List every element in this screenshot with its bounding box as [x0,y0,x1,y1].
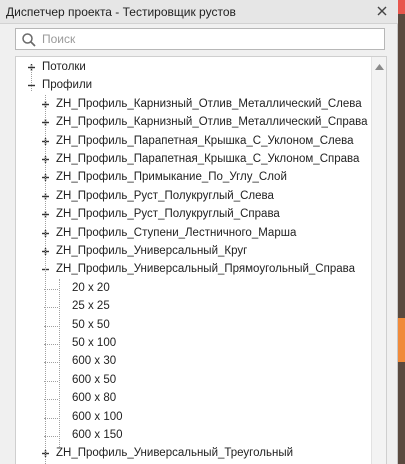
search-box [15,28,385,50]
tree-connector-line [44,288,58,290]
tree-node[interactable]: ZH_Профиль_Карнизный_Отлив_Металлический… [16,114,372,132]
tree-item-label: 25 x 25 [72,300,110,313]
tree-leaf-item[interactable]: 20 x 20 [16,280,372,298]
tree-item-label: ZH_Профиль_Карнизный_Отлив_Металлический… [56,116,368,129]
tree-item-label: ZH_Профиль_Парапетная_Крышка_С_Уклоном_С… [56,134,354,147]
tree-node[interactable]: ZH_Профиль_Универсальный_Прямоугольный_С… [16,261,372,279]
tree-leaf-item[interactable]: 600 x 150 [16,427,372,445]
adjacent-tab-marker [398,0,405,14]
tree-item-label: ZH_Профиль_Примыкание_По_Углу_Слой [56,171,287,184]
panel-titlebar[interactable]: Диспетчер проекта - Тестировщик рустов [0,0,398,24]
tree-node[interactable]: Профили [16,77,372,95]
tree-item-label: Профили [42,79,93,92]
tree-item-label: 50 x 100 [72,337,117,349]
tree-item-label: 50 x 50 [72,318,110,331]
tree-item-label: ZH_Профиль_Универсальный_Круг [56,245,248,257]
tree-connector-line [44,399,58,401]
tree-node[interactable]: ZH_Профиль_Универсальный_Треугольный [16,445,372,463]
tree-item-label: 600 x 30 [72,355,117,368]
project-browser-panel: Диспетчер проекта - Тестировщик рустов П… [0,0,398,464]
tree-node[interactable]: ZH_Профиль_Парапетная_Крышка_С_Уклоном_С… [16,133,372,151]
tree-item-label: ZH_Профиль_Руст_Полукруглый_Слева [56,189,274,202]
tree-item-label: 20 x 20 [72,281,110,294]
tree-connector-line [44,380,58,382]
tree-connector-line [44,362,58,364]
tree-connector-line [44,417,58,419]
tree-node[interactable]: ZH_Профиль_Примыкание_По_Углу_Слой [16,169,372,187]
tree-guide-line [59,279,60,449]
tree-node[interactable]: ZH_Профиль_Универсальный_Круг [16,243,372,261]
tree-item-label: 600 x 150 [72,429,123,441]
tree-node[interactable]: ZH_Профиль_Руст_Полукруглый_Слева [16,188,372,206]
adjacent-window-edge [398,0,405,464]
tree-item-label: ZH_Профиль_Карнизный_Отлив_Металлический… [56,97,362,110]
vertical-scrollbar[interactable] [371,57,386,464]
tree-leaf-item[interactable]: 600 x 80 [16,390,372,408]
tree-guide-line [45,95,46,464]
search-input[interactable] [42,31,372,47]
tree-node[interactable]: Потолки [16,59,372,77]
tree-item-label: 600 x 80 [72,392,117,405]
tree-guide-line [31,65,32,91]
tree-leaf-item[interactable]: 600 x 50 [16,372,372,390]
tree-connector-line [44,344,58,345]
tree-item-label: 600 x 100 [72,410,123,423]
tree-connector-line [44,325,58,327]
tree-item-label: ZH_Профиль_Универсальный_Треугольный [56,447,294,460]
tree-node[interactable]: ZH_Профиль_Карнизный_Отлив_Металлический… [16,96,372,114]
tree-item-label: ZH_Профиль_Универсальный_Прямоугольный_С… [56,263,355,276]
tree-item-label: ZH_Профиль_Ступени_Лестничного_Марша [56,226,297,239]
tree-node[interactable]: ZH_Профиль_Парапетная_Крышка_С_Уклоном_С… [16,151,372,169]
tree-view[interactable]: Потолки Профили ZH_Профиль_Карнизный_Отлив… [15,56,387,464]
scroll-up-arrow-icon[interactable] [375,61,384,70]
tree-connector-line [44,307,58,309]
tree-leaf-item[interactable]: 25 x 25 [16,298,372,316]
tree-item-label: Потолки [42,61,86,73]
tree-item-label: 600 x 50 [72,373,117,386]
close-icon[interactable] [374,3,390,19]
tree-leaf-item[interactable]: 50 x 100 [16,335,372,353]
tree-leaf-item[interactable]: 50 x 50 [16,317,372,335]
panel-title: Диспетчер проекта - Тестировщик рустов [6,5,236,19]
tree-leaf-item[interactable]: 600 x 30 [16,353,372,371]
tree-node[interactable]: ZH_Профиль_Руст_Полукруглый_Справа [16,206,372,224]
tree-connector-line [44,436,58,437]
tree-item-label: ZH_Профиль_Парапетная_Крышка_С_Уклоном_С… [56,153,360,165]
tree-item-label: ZH_Профиль_Руст_Полукруглый_Справа [56,208,280,221]
adjacent-highlight-marker [398,318,405,362]
search-icon [21,32,37,48]
tree-leaf-item[interactable]: 600 x 100 [16,409,372,427]
tree-node[interactable]: ZH_Профиль_Ступени_Лестничного_Марша [16,225,372,243]
